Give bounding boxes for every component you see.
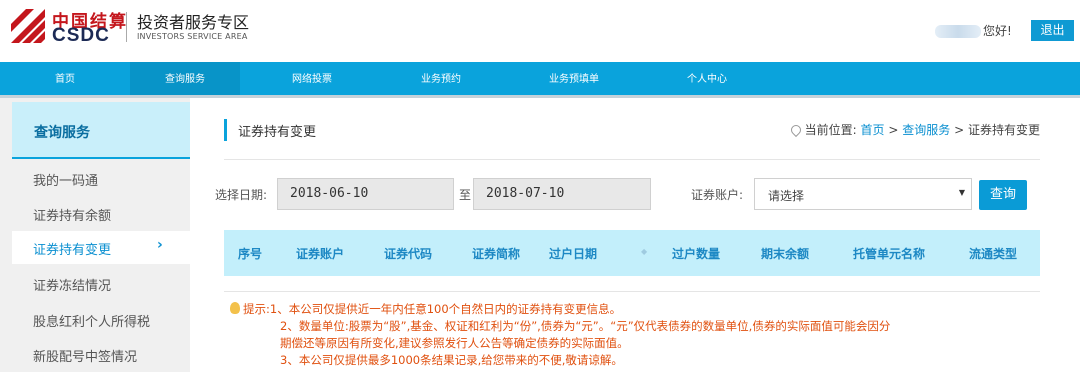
tips-label: 提示: — [243, 302, 270, 316]
sidebar-item-dividend-tax[interactable]: 股息红利个人所得税 — [33, 311, 150, 330]
account-select[interactable]: 请选择 ▼ — [754, 178, 972, 210]
breadcrumb-section-link[interactable]: 查询服务 — [902, 123, 950, 137]
tip-line: 2、数量单位:股票为“股”,基金、权证和红利为“份”,债券为“元”。“元”仅代表… — [280, 319, 891, 333]
breadcrumb-separator: > — [888, 123, 899, 137]
end-date-input[interactable]: 2018-07-10 — [473, 178, 651, 210]
tip-line: 3、本公司仅提供最多1000条结果记录,给您带来的不便,敬请谅解。 — [280, 353, 623, 367]
logo-text-en: CSDC — [52, 25, 110, 46]
sidebar-heading-label: 查询服务 — [34, 125, 90, 141]
main-nav: 首页 查询服务 网络投票 业务预约 业务预填单 个人中心 — [0, 62, 1080, 98]
query-button[interactable]: 查询 — [979, 180, 1027, 210]
date-range-separator: 至 — [459, 188, 472, 202]
column-header-circulation-type: 流通类型 — [969, 247, 1018, 261]
sidebar: 查询服务 我的一码通 证券持有余额 证券持有变更 › 证券冻结情况 股息红利个人… — [0, 98, 190, 372]
lightbulb-icon — [230, 302, 240, 314]
logo-divider — [126, 12, 127, 42]
chevron-right-icon: › — [157, 237, 163, 253]
header: 中国结算 CSDC 投资者服务专区 INVESTORS SERVICE AREA… — [0, 0, 1080, 62]
sidebar-item-label: 证券持有变更 — [33, 243, 112, 258]
account-select-value: 请选择 — [768, 189, 805, 203]
date-label: 选择日期: — [215, 188, 268, 202]
tip-line: 期偿还等原因有所变化,建议参照发行人公告等确定债券的实际面值。 — [280, 336, 629, 350]
nav-item-home[interactable]: 首页 — [0, 62, 130, 95]
site-title: 投资者服务专区 — [137, 13, 250, 32]
greeting-text: 您好! — [983, 24, 1012, 38]
breadcrumb-prefix: 当前位置: — [804, 123, 857, 137]
nav-item-appointment[interactable]: 业务预约 — [391, 62, 491, 95]
nav-item-prefill-form[interactable]: 业务预填单 — [524, 62, 624, 95]
sidebar-heading: 查询服务 — [12, 102, 190, 159]
location-pin-icon — [788, 122, 803, 138]
sidebar-item-my-yimatong[interactable]: 我的一码通 — [33, 170, 98, 189]
breadcrumb-home-link[interactable]: 首页 — [861, 123, 885, 137]
sidebar-item-holdings-change[interactable]: 证券持有变更 › — [12, 231, 190, 264]
username-redacted — [935, 25, 981, 38]
column-header-ending-balance: 期末余额 — [761, 247, 810, 261]
nav-item-online-voting[interactable]: 网络投票 — [262, 62, 362, 95]
table-bottom-divider — [224, 291, 1040, 292]
site-subtitle: INVESTORS SERVICE AREA — [137, 32, 248, 41]
column-header-account: 证券账户 — [296, 247, 345, 261]
breadcrumb-current: 证券持有变更 — [967, 123, 1040, 137]
breadcrumb-separator: > — [954, 123, 965, 137]
sidebar-item-frozen-status[interactable]: 证券冻结情况 — [33, 275, 111, 294]
nav-item-query-services[interactable]: 查询服务 — [130, 62, 240, 95]
column-header-transfer-qty: 过户数量 — [672, 247, 721, 261]
account-label: 证券账户: — [691, 188, 744, 202]
page-title: 证券持有变更 — [238, 125, 317, 140]
column-header-code: 证券代码 — [384, 247, 433, 261]
nav-item-personal-center[interactable]: 个人中心 — [657, 62, 757, 95]
csdc-logo-icon — [11, 9, 45, 43]
tip-line: 提示:1、本公司仅提供近一年内任意100个自然日内的证券持有变更信息。 — [230, 301, 621, 318]
start-date-input[interactable]: 2018-06-10 — [277, 178, 454, 210]
page-title-accent — [224, 119, 227, 141]
sidebar-item-ipo-allotment[interactable]: 新股配号中签情况 — [33, 346, 137, 365]
column-header-custody-unit: 托管单元名称 — [853, 247, 926, 261]
logout-button[interactable]: 退出 — [1031, 20, 1074, 41]
sort-icon[interactable]: ◆ — [641, 247, 647, 256]
table-header: 序号 证券账户 证券代码 证券简称 过户日期 ◆ 过户数量 期末余额 托管单元名… — [224, 230, 1040, 276]
column-header-index: 序号 — [238, 247, 263, 261]
dropdown-arrow-icon: ▼ — [958, 188, 965, 197]
column-header-transfer-date[interactable]: 过户日期 — [549, 245, 597, 262]
sidebar-item-holdings-balance[interactable]: 证券持有余额 — [33, 205, 111, 224]
breadcrumb: 当前位置: 首页 > 查询服务 > 证券持有变更 — [788, 121, 1040, 138]
title-divider — [224, 159, 1040, 160]
tip-text: 1、本公司仅提供近一年内任意100个自然日内的证券持有变更信息。 — [269, 302, 622, 316]
column-header-name: 证券简称 — [472, 247, 521, 261]
